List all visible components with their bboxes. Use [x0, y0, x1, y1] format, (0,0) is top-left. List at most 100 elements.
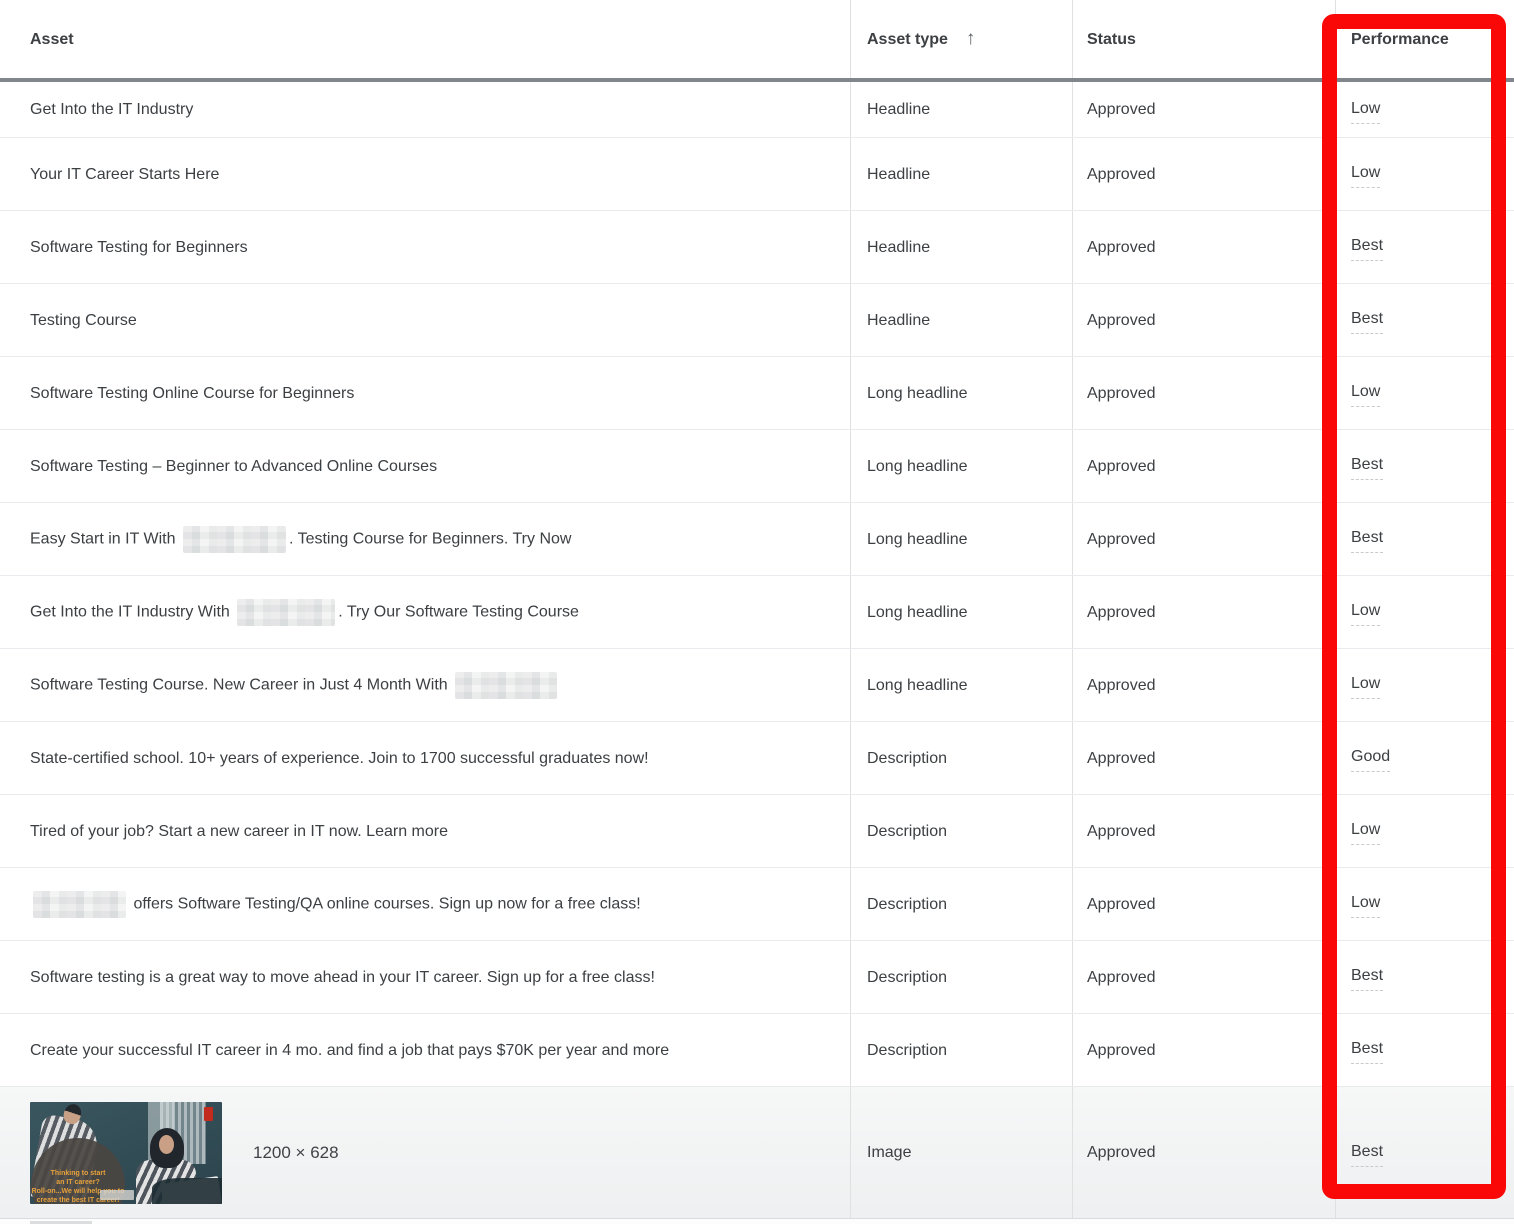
asset-type-value: Long headline [867, 676, 968, 694]
thumbnail-watermark-blur [100, 1189, 134, 1200]
performance-value[interactable]: Low [1351, 817, 1381, 845]
performance-cell: Best [1335, 503, 1514, 575]
redacted-text [455, 671, 558, 699]
performance-value[interactable]: Low [1351, 671, 1381, 699]
performance-cell: Best [1335, 284, 1514, 356]
asset-cell: Software Testing – Beginner to Advanced … [0, 430, 850, 502]
status-value: Approved [1087, 101, 1156, 118]
performance-cell: Low [1335, 576, 1514, 648]
asset-text: State-certified school. 10+ years of exp… [30, 749, 649, 767]
performance-value[interactable]: Best [1351, 1036, 1384, 1064]
performance-value[interactable]: Best [1351, 525, 1384, 553]
asset-type-value: Image [867, 1144, 912, 1161]
table-row: offers Software Testing/QA online course… [0, 867, 1514, 940]
asset-text: Software Testing for Beginners [30, 238, 248, 256]
asset-type-value: Long headline [867, 603, 968, 621]
asset-type-cell: Description [850, 941, 1072, 1013]
thumbnail-desk-art [152, 1177, 222, 1204]
asset-cell: Software Testing Course. New Career in J… [0, 649, 850, 721]
table-row: State-certified school. 10+ years of exp… [0, 721, 1514, 794]
table-row: Software Testing Course. New Career in J… [0, 648, 1514, 721]
status-value: Approved [1087, 1144, 1156, 1161]
asset-type-cell: Headline [850, 138, 1072, 210]
asset-cell: Testing Course [0, 284, 850, 356]
table-row: Software Testing Online Course for Begin… [0, 356, 1514, 429]
image-row: Thinking to start an IT career? Roll-on.… [0, 1086, 1514, 1219]
column-header-asset-type[interactable]: Asset type ↑ [850, 0, 1072, 78]
asset-type-value: Headline [867, 165, 931, 183]
asset-type-value: Headline [867, 238, 931, 256]
asset-text: Get Into the IT Industry [30, 101, 194, 118]
performance-cell: Low [1335, 357, 1514, 429]
status-cell: Approved [1072, 941, 1335, 1013]
performance-value[interactable]: Best [1351, 1139, 1384, 1167]
status-cell: Approved [1072, 576, 1335, 648]
performance-value[interactable]: Best [1351, 963, 1384, 991]
status-cell: Approved [1072, 503, 1335, 575]
status-cell: Approved [1072, 1087, 1335, 1218]
asset-table-body: Get Into the IT Industry Headline Approved… [0, 82, 1514, 1086]
performance-cell: Good [1335, 722, 1514, 794]
image-asset-cell: Thinking to start an IT career? Roll-on.… [0, 1087, 850, 1218]
performance-cell: Best [1335, 1087, 1514, 1218]
performance-cell: Best [1335, 1014, 1514, 1086]
asset-cell: Get Into the IT Industry [0, 82, 850, 137]
performance-value[interactable]: Best [1351, 233, 1384, 261]
asset-cell: Get Into the IT Industry With . Try Our … [0, 576, 850, 648]
status-value: Approved [1087, 311, 1156, 329]
asset-type-cell: Long headline [850, 503, 1072, 575]
performance-cell: Low [1335, 649, 1514, 721]
table-row: Software Testing for Beginners Headline Ap… [0, 210, 1514, 283]
asset-text: Easy Start in IT With . Testing Course f… [30, 525, 571, 553]
asset-type-value: Description [867, 749, 948, 767]
thumbnail-wall-item-art [204, 1106, 213, 1121]
performance-cell: Best [1335, 211, 1514, 283]
redacted-text [182, 525, 286, 553]
asset-type-value: Description [867, 968, 948, 986]
asset-type-value: Description [867, 1041, 948, 1059]
redacted-text [237, 598, 336, 626]
status-cell: Approved [1072, 211, 1335, 283]
performance-value[interactable]: Low [1351, 160, 1381, 188]
performance-value[interactable]: Good [1351, 744, 1391, 772]
table-row: Tired of your job? Start a new career in… [0, 794, 1514, 867]
asset-cell: Software Testing Online Course for Begin… [0, 357, 850, 429]
asset-type-cell: Description [850, 795, 1072, 867]
column-header-asset-label: Asset [30, 30, 74, 48]
asset-type-cell: Long headline [850, 357, 1072, 429]
asset-type-value: Headline [867, 101, 931, 118]
asset-text: Software Testing Course. New Career in J… [30, 671, 560, 699]
performance-value[interactable]: Low [1351, 96, 1381, 124]
performance-value[interactable]: Low [1351, 598, 1381, 626]
status-value: Approved [1087, 1041, 1156, 1059]
status-value: Approved [1087, 457, 1156, 475]
table-row: Get Into the IT Industry Headline Approved… [0, 82, 1514, 137]
performance-cell: Low [1335, 82, 1514, 137]
redacted-text [33, 890, 126, 918]
header-row: Asset Asset type ↑ Status Performance [0, 0, 1514, 82]
status-cell: Approved [1072, 868, 1335, 940]
image-dimensions: 1200 × 628 [253, 1143, 339, 1162]
performance-cell: Best [1335, 430, 1514, 502]
status-cell: Approved [1072, 649, 1335, 721]
asset-type-cell: Description [850, 1014, 1072, 1086]
asset-type-value: Long headline [867, 457, 968, 475]
performance-value[interactable]: Low [1351, 890, 1381, 918]
column-header-performance[interactable]: Performance [1335, 0, 1514, 78]
asset-type-value: Headline [867, 311, 931, 329]
asset-cell: offers Software Testing/QA online course… [0, 868, 850, 940]
asset-type-cell: Headline [850, 82, 1072, 137]
performance-value[interactable]: Best [1351, 452, 1384, 480]
status-cell: Approved [1072, 357, 1335, 429]
status-value: Approved [1087, 895, 1156, 913]
asset-thumbnail[interactable]: Thinking to start an IT career? Roll-on.… [30, 1101, 222, 1204]
status-cell: Approved [1072, 284, 1335, 356]
asset-type-value: Long headline [867, 530, 968, 548]
performance-value[interactable]: Low [1351, 379, 1381, 407]
performance-cell: Low [1335, 795, 1514, 867]
status-value: Approved [1087, 749, 1156, 767]
column-header-asset[interactable]: Asset [0, 0, 850, 78]
performance-value[interactable]: Best [1351, 306, 1384, 334]
table-row: Create your successful IT career in 4 mo… [0, 1013, 1514, 1086]
column-header-status[interactable]: Status [1072, 0, 1335, 78]
